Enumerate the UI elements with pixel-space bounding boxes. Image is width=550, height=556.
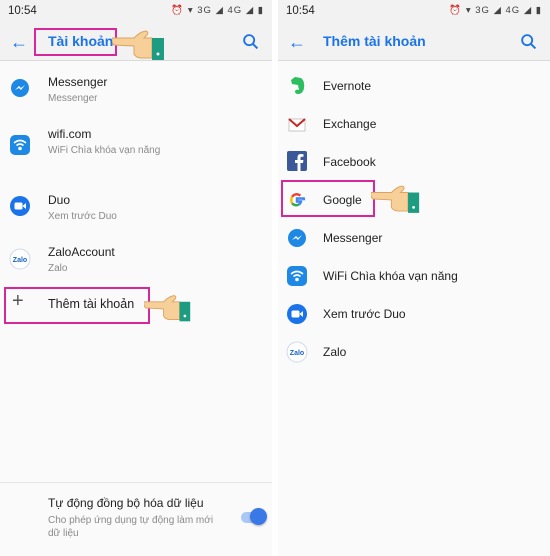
svg-text:Zalo: Zalo (13, 257, 27, 264)
account-item-duo[interactable]: Duo Xem trước Duo (0, 186, 272, 234)
auto-sync-setting[interactable]: Tự động đồng bộ hóa dữ liệu Cho phép ứng… (0, 492, 272, 552)
pointing-hand-icon (112, 30, 164, 60)
provider-name: Evernote (323, 79, 372, 93)
wifi-key-icon (10, 135, 30, 155)
provider-name: Xem trước Duo (323, 307, 406, 321)
provider-name: Facebook (323, 155, 376, 169)
status-time: 10:54 (286, 5, 315, 17)
auto-sync-title: Tự động đồng bộ hóa dữ liệu (48, 496, 204, 510)
account-item-zalo[interactable]: Zalo ZaloAccount Zalo (0, 238, 272, 286)
status-time: 10:54 (8, 5, 37, 17)
provider-item-evernote[interactable]: Evernote (278, 72, 550, 100)
provider-item-zalo[interactable]: Zalo Zalo (278, 338, 550, 366)
toggle-knob (250, 508, 267, 525)
account-item-messenger[interactable]: Messenger Messenger (0, 68, 272, 116)
provider-item-wifi[interactable]: WiFi Chìa khóa vạn năng (278, 262, 550, 290)
provider-item-messenger[interactable]: Messenger (278, 224, 550, 252)
facebook-icon (287, 151, 307, 171)
search-icon[interactable] (240, 31, 262, 53)
add-account-screen: 10:54 ⏰ ▾ 3G ◢ 4G ◢ ▮ ← Thêm tài khoản E… (278, 0, 550, 556)
accounts-screen: 10:54 ⏰ ▾ 3G ◢ 4G ◢ ▮ ← Tài khoản Messen… (0, 0, 272, 556)
provider-item-facebook[interactable]: Facebook (278, 148, 550, 176)
account-name: ZaloAccount (48, 245, 115, 259)
auto-sync-description: Cho phép ứng dụng tự động làm mới dữ liệ… (48, 515, 214, 539)
account-name: Duo (48, 193, 71, 207)
highlight-box (4, 287, 150, 324)
messenger-icon (11, 79, 29, 97)
account-type: Messenger (48, 93, 98, 104)
search-icon[interactable] (518, 31, 540, 53)
provider-name: WiFi Chìa khóa vạn năng (323, 269, 458, 283)
account-item-wifi[interactable]: wifi.com WiFi Chìa khóa vạn năng (0, 120, 272, 180)
zalo-icon: Zalo (286, 341, 308, 363)
provider-name: Zalo (323, 345, 347, 359)
status-icons: ⏰ ▾ 3G ◢ 4G ◢ ▮ (449, 5, 542, 16)
provider-name: Exchange (323, 117, 377, 131)
account-type: WiFi Chìa khóa vạn năng (48, 145, 161, 156)
back-arrow-icon[interactable]: ← (286, 31, 308, 53)
account-type: Zalo (48, 263, 68, 274)
status-bar: 10:54 ⏰ ▾ 3G ◢ 4G ◢ ▮ (0, 0, 272, 24)
pointing-hand-icon (371, 185, 420, 213)
app-bar: ← Thêm tài khoản (278, 24, 550, 61)
pointing-hand-icon (144, 295, 191, 322)
highlight-box (281, 180, 375, 217)
zalo-icon: Zalo (9, 248, 31, 270)
account-name: wifi.com (48, 127, 92, 141)
back-arrow-icon[interactable]: ← (8, 31, 30, 53)
provider-item-exchange[interactable]: Exchange (278, 110, 550, 138)
page-title: Thêm tài khoản (323, 33, 426, 49)
highlight-box (34, 28, 117, 56)
duo-icon (287, 304, 307, 324)
svg-text:Zalo: Zalo (290, 350, 304, 357)
divider (0, 482, 272, 483)
wifi-key-icon (287, 266, 307, 286)
messenger-icon (288, 229, 306, 247)
account-type: Xem trước Duo (48, 211, 117, 222)
account-name: Messenger (48, 75, 108, 89)
status-bar: 10:54 ⏰ ▾ 3G ◢ 4G ◢ ▮ (278, 0, 550, 24)
provider-name: Messenger (323, 231, 383, 245)
evernote-icon (291, 77, 305, 94)
exchange-mail-icon (288, 118, 306, 132)
provider-item-duo[interactable]: Xem trước Duo (278, 300, 550, 328)
duo-icon (10, 196, 30, 216)
status-icons: ⏰ ▾ 3G ◢ 4G ◢ ▮ (171, 5, 264, 16)
